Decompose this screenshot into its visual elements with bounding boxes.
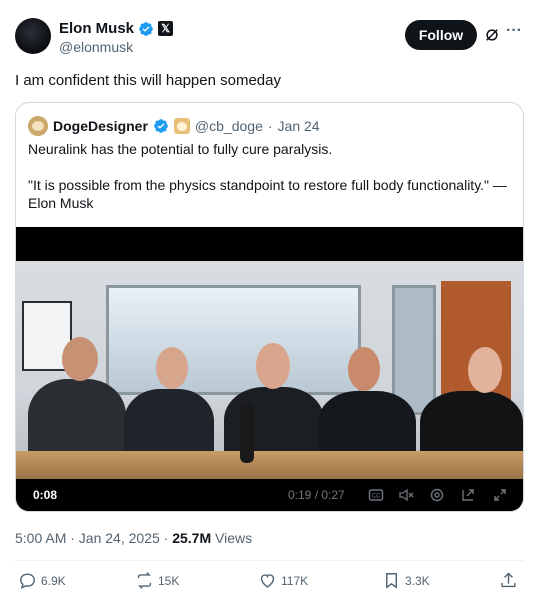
quote-author-handle: @cb_doge [194,118,263,134]
x-affiliation-icon: 𝕏 [158,21,174,36]
author-name-row: Elon Musk 𝕏 [59,20,174,37]
views-label: Views [211,530,253,546]
quote-header: DogeDesigner @cb_doge · Jan 24 [28,116,320,136]
svg-text:CC: CC [372,494,381,500]
quoted-tweet[interactable]: DogeDesigner @cb_doge · Jan 24 Neuralink… [15,102,524,512]
more-options-icon[interactable]: ··· [505,23,523,42]
avatar[interactable] [15,18,51,54]
quote-text-line1: Neuralink has the potential to fully cur… [28,141,333,157]
bookmark-count: 3.3K [405,573,430,588]
reply-button[interactable]: 6.9K [18,571,66,590]
reply-icon [20,573,35,589]
bookmark-button[interactable]: 3.3K [382,571,430,590]
pip-icon[interactable] [460,487,476,503]
author-name[interactable]: Elon Musk [59,20,134,37]
like-count: 117K [281,573,309,588]
fullscreen-icon[interactable] [492,487,508,503]
quote-date: Jan 24 [277,118,320,134]
person-head [348,347,380,391]
tweet-text: I am confident this will happen someday [15,72,281,89]
quote-avatar[interactable] [28,116,48,136]
window [106,285,361,395]
video-player[interactable]: 0:08 0:19 / 0:27 CC [16,227,523,511]
divider [15,560,524,561]
settings-icon[interactable] [429,487,445,503]
mute-icon[interactable] [398,487,414,503]
heart-icon [260,574,275,588]
follow-button[interactable]: Follow [405,20,477,50]
action-bar: 6.9K 15K 117K 3.3K [18,571,523,593]
repost-icon [137,572,152,589]
table [16,451,523,479]
quote-separator: · [267,118,273,134]
tweet-meta: 5:00 AM · Jan 24, 2025 · 25.7M Views [15,530,252,546]
views-count: 25.7M [172,530,212,546]
video-controls: 0:08 0:19 / 0:27 CC [16,479,523,511]
grok-icon[interactable] [483,26,501,44]
quote-text-line2: "It is possible from the physics standpo… [28,177,507,211]
tweet-header: Elon Musk 𝕏 @elonmusk Follow ··· [15,18,525,58]
video-elapsed-time: 0:08 [33,488,58,502]
person-head [156,347,188,389]
share-button[interactable] [499,571,518,590]
bookmark-icon [386,573,397,589]
video-frame [16,261,523,479]
verified-badge-icon [154,119,168,133]
person-head [256,343,290,389]
like-button[interactable]: 117K [258,571,308,590]
quote-text: Neuralink has the potential to fully cur… [28,140,513,230]
verified-badge-icon [139,21,153,36]
captions-icon[interactable]: CC [368,487,384,503]
microphone [240,403,254,463]
video-letterbox [16,227,523,261]
repost-button[interactable]: 15K [135,571,179,590]
author-handle[interactable]: @elonmusk [59,39,133,55]
share-icon [501,572,516,588]
person-head [62,337,98,381]
person-head [468,347,502,393]
quote-author-name[interactable]: DogeDesigner [53,118,148,134]
video-progress-time: 0:19 / 0:27 [288,488,345,502]
repost-count: 15K [158,573,180,588]
tweet-timestamp[interactable]: 5:00 AM · Jan 24, 2025 · [15,530,172,546]
affiliate-badge-icon [173,118,190,134]
reply-count: 6.9K [41,573,66,588]
